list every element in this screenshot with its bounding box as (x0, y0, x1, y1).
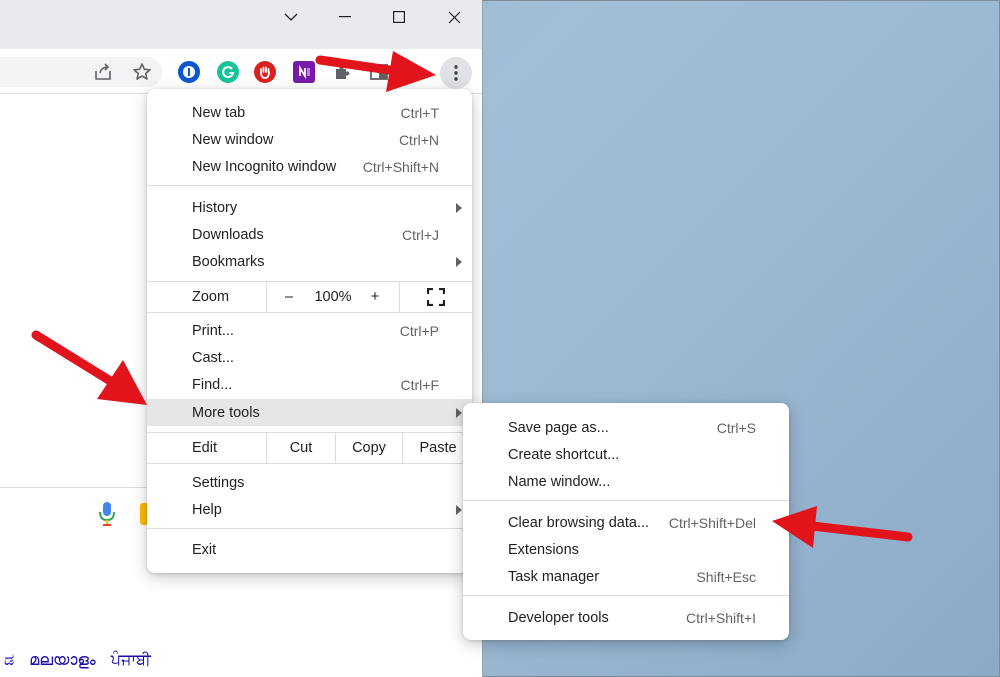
menu-item-new-tab[interactable]: New tab Ctrl+T (147, 99, 472, 126)
edit-label: Edit (192, 440, 217, 456)
copy-button[interactable]: Copy (336, 433, 402, 463)
menu-item-label: History (192, 199, 238, 216)
menu-item-label: Clear browsing data... (508, 514, 650, 531)
fullscreen-icon[interactable] (423, 282, 449, 312)
sidepanel-icon[interactable] (368, 61, 390, 83)
menu-item-label: Task manager (508, 568, 600, 585)
share-icon[interactable] (92, 61, 114, 83)
close-icon[interactable] (427, 0, 481, 34)
title-bar (0, 0, 482, 49)
language-link[interactable]: ಡ (4, 650, 14, 669)
adblock-icon[interactable] (254, 61, 276, 83)
zoom-label: Zoom (192, 289, 230, 305)
chevron-down-icon[interactable] (264, 0, 318, 34)
menu-item-label: Exit (192, 541, 217, 558)
menu-separator (463, 500, 789, 501)
menu-item-shortcut: Ctrl+P (399, 322, 439, 339)
menu-item-label: Find... (192, 376, 233, 393)
menu-item-label: Help (192, 501, 222, 518)
menu-item-label: Extensions (508, 541, 579, 558)
1password-icon[interactable] (178, 61, 200, 83)
menu-item-exit[interactable]: Exit (147, 536, 472, 563)
menu-separator (463, 595, 789, 596)
menu-item-shortcut: Ctrl+Shift+Del (668, 514, 756, 531)
menu-divider (399, 282, 400, 312)
more-menu-icon[interactable] (440, 57, 472, 89)
star-icon[interactable] (131, 61, 153, 83)
menu-item-label: More tools (192, 404, 260, 421)
menu-item-label: Print... (192, 322, 234, 339)
menu-item-new-window[interactable]: New window Ctrl+N (147, 126, 472, 153)
menu-item-label: New window (192, 131, 274, 148)
menu-item-bookmarks[interactable]: Bookmarks (147, 248, 472, 275)
menu-item-new-incognito[interactable]: New Incognito window Ctrl+Shift+N (147, 153, 472, 180)
menu-item-label: Save page as... (508, 419, 609, 436)
menu-item-shortcut: Ctrl+Shift+N (362, 158, 439, 175)
language-link[interactable]: മലയാളം (29, 650, 95, 669)
page-divider (0, 487, 150, 488)
menu-item-shortcut: Ctrl+Shift+I (685, 609, 756, 626)
edit-row: Edit Cut Copy Paste (147, 432, 472, 464)
menu-item-label: Bookmarks (192, 253, 265, 270)
submenu-arrow-icon (456, 202, 462, 213)
extensions-icon[interactable] (331, 61, 353, 83)
menu-item-label: Create shortcut... (508, 446, 620, 463)
maximize-icon[interactable] (372, 0, 426, 34)
menu-item-shortcut: Ctrl+S (716, 419, 756, 436)
submenu-arrow-icon (456, 407, 462, 418)
menu-item-name-window[interactable]: Name window... (463, 468, 789, 495)
menu-item-more-tools[interactable]: More tools (147, 399, 472, 426)
menu-item-shortcut: Shift+Esc (696, 568, 756, 585)
menu-item-label: Settings (192, 474, 245, 491)
menu-separator (147, 185, 472, 186)
menu-item-save-page[interactable]: Save page as... Ctrl+S (463, 414, 789, 441)
zoom-out-button[interactable]: – (272, 282, 306, 312)
menu-item-create-shortcut[interactable]: Create shortcut... (463, 441, 789, 468)
menu-item-label: Name window... (508, 473, 611, 490)
menu-item-clear-browsing-data[interactable]: Clear browsing data... Ctrl+Shift+Del (463, 509, 789, 536)
menu-item-shortcut: Ctrl+F (400, 376, 440, 393)
menu-item-print[interactable]: Print... Ctrl+P (147, 317, 472, 344)
menu-item-help[interactable]: Help (147, 496, 472, 523)
language-link[interactable]: ਪੰਜਾਬੀ (111, 650, 151, 669)
more-tools-submenu: Save page as... Ctrl+S Create shortcut..… (463, 403, 789, 640)
menu-item-label: New Incognito window (192, 158, 337, 175)
menu-item-extensions[interactable]: Extensions (463, 536, 789, 563)
menu-item-label: Downloads (192, 226, 264, 243)
menu-item-find[interactable]: Find... Ctrl+F (147, 371, 472, 398)
browser-toolbar (0, 49, 482, 94)
grammarly-icon[interactable] (217, 61, 239, 83)
menu-item-shortcut: Ctrl+T (400, 104, 440, 121)
menu-item-label: Cast... (192, 349, 234, 366)
cut-button[interactable]: Cut (267, 433, 335, 463)
menu-item-settings[interactable]: Settings (147, 469, 472, 496)
menu-divider (266, 282, 267, 312)
menu-item-shortcut: Ctrl+N (398, 131, 439, 148)
submenu-arrow-icon (456, 256, 462, 267)
onenote-icon[interactable] (293, 61, 315, 83)
zoom-level: 100% (314, 289, 352, 305)
menu-item-downloads[interactable]: Downloads Ctrl+J (147, 221, 472, 248)
submenu-arrow-icon (456, 504, 462, 515)
zoom-in-button[interactable]: + (359, 282, 391, 312)
menu-item-label: New tab (192, 104, 246, 121)
menu-item-label: Developer tools (508, 609, 609, 626)
menu-item-task-manager[interactable]: Task manager Shift+Esc (463, 563, 789, 590)
minimize-icon[interactable] (318, 0, 372, 34)
chrome-main-menu: New tab Ctrl+T New window Ctrl+N New Inc… (147, 89, 472, 573)
menu-item-developer-tools[interactable]: Developer tools Ctrl+Shift+I (463, 604, 789, 631)
menu-separator (147, 528, 472, 529)
menu-item-cast[interactable]: Cast... (147, 344, 472, 371)
microphone-icon[interactable] (96, 500, 118, 528)
menu-item-history[interactable]: History (147, 194, 472, 221)
language-links: ಡ മലയാളം ਪੰਜਾਬੀ (4, 650, 161, 670)
zoom-row: Zoom – 100% + (147, 281, 472, 313)
menu-item-shortcut: Ctrl+J (402, 226, 439, 243)
